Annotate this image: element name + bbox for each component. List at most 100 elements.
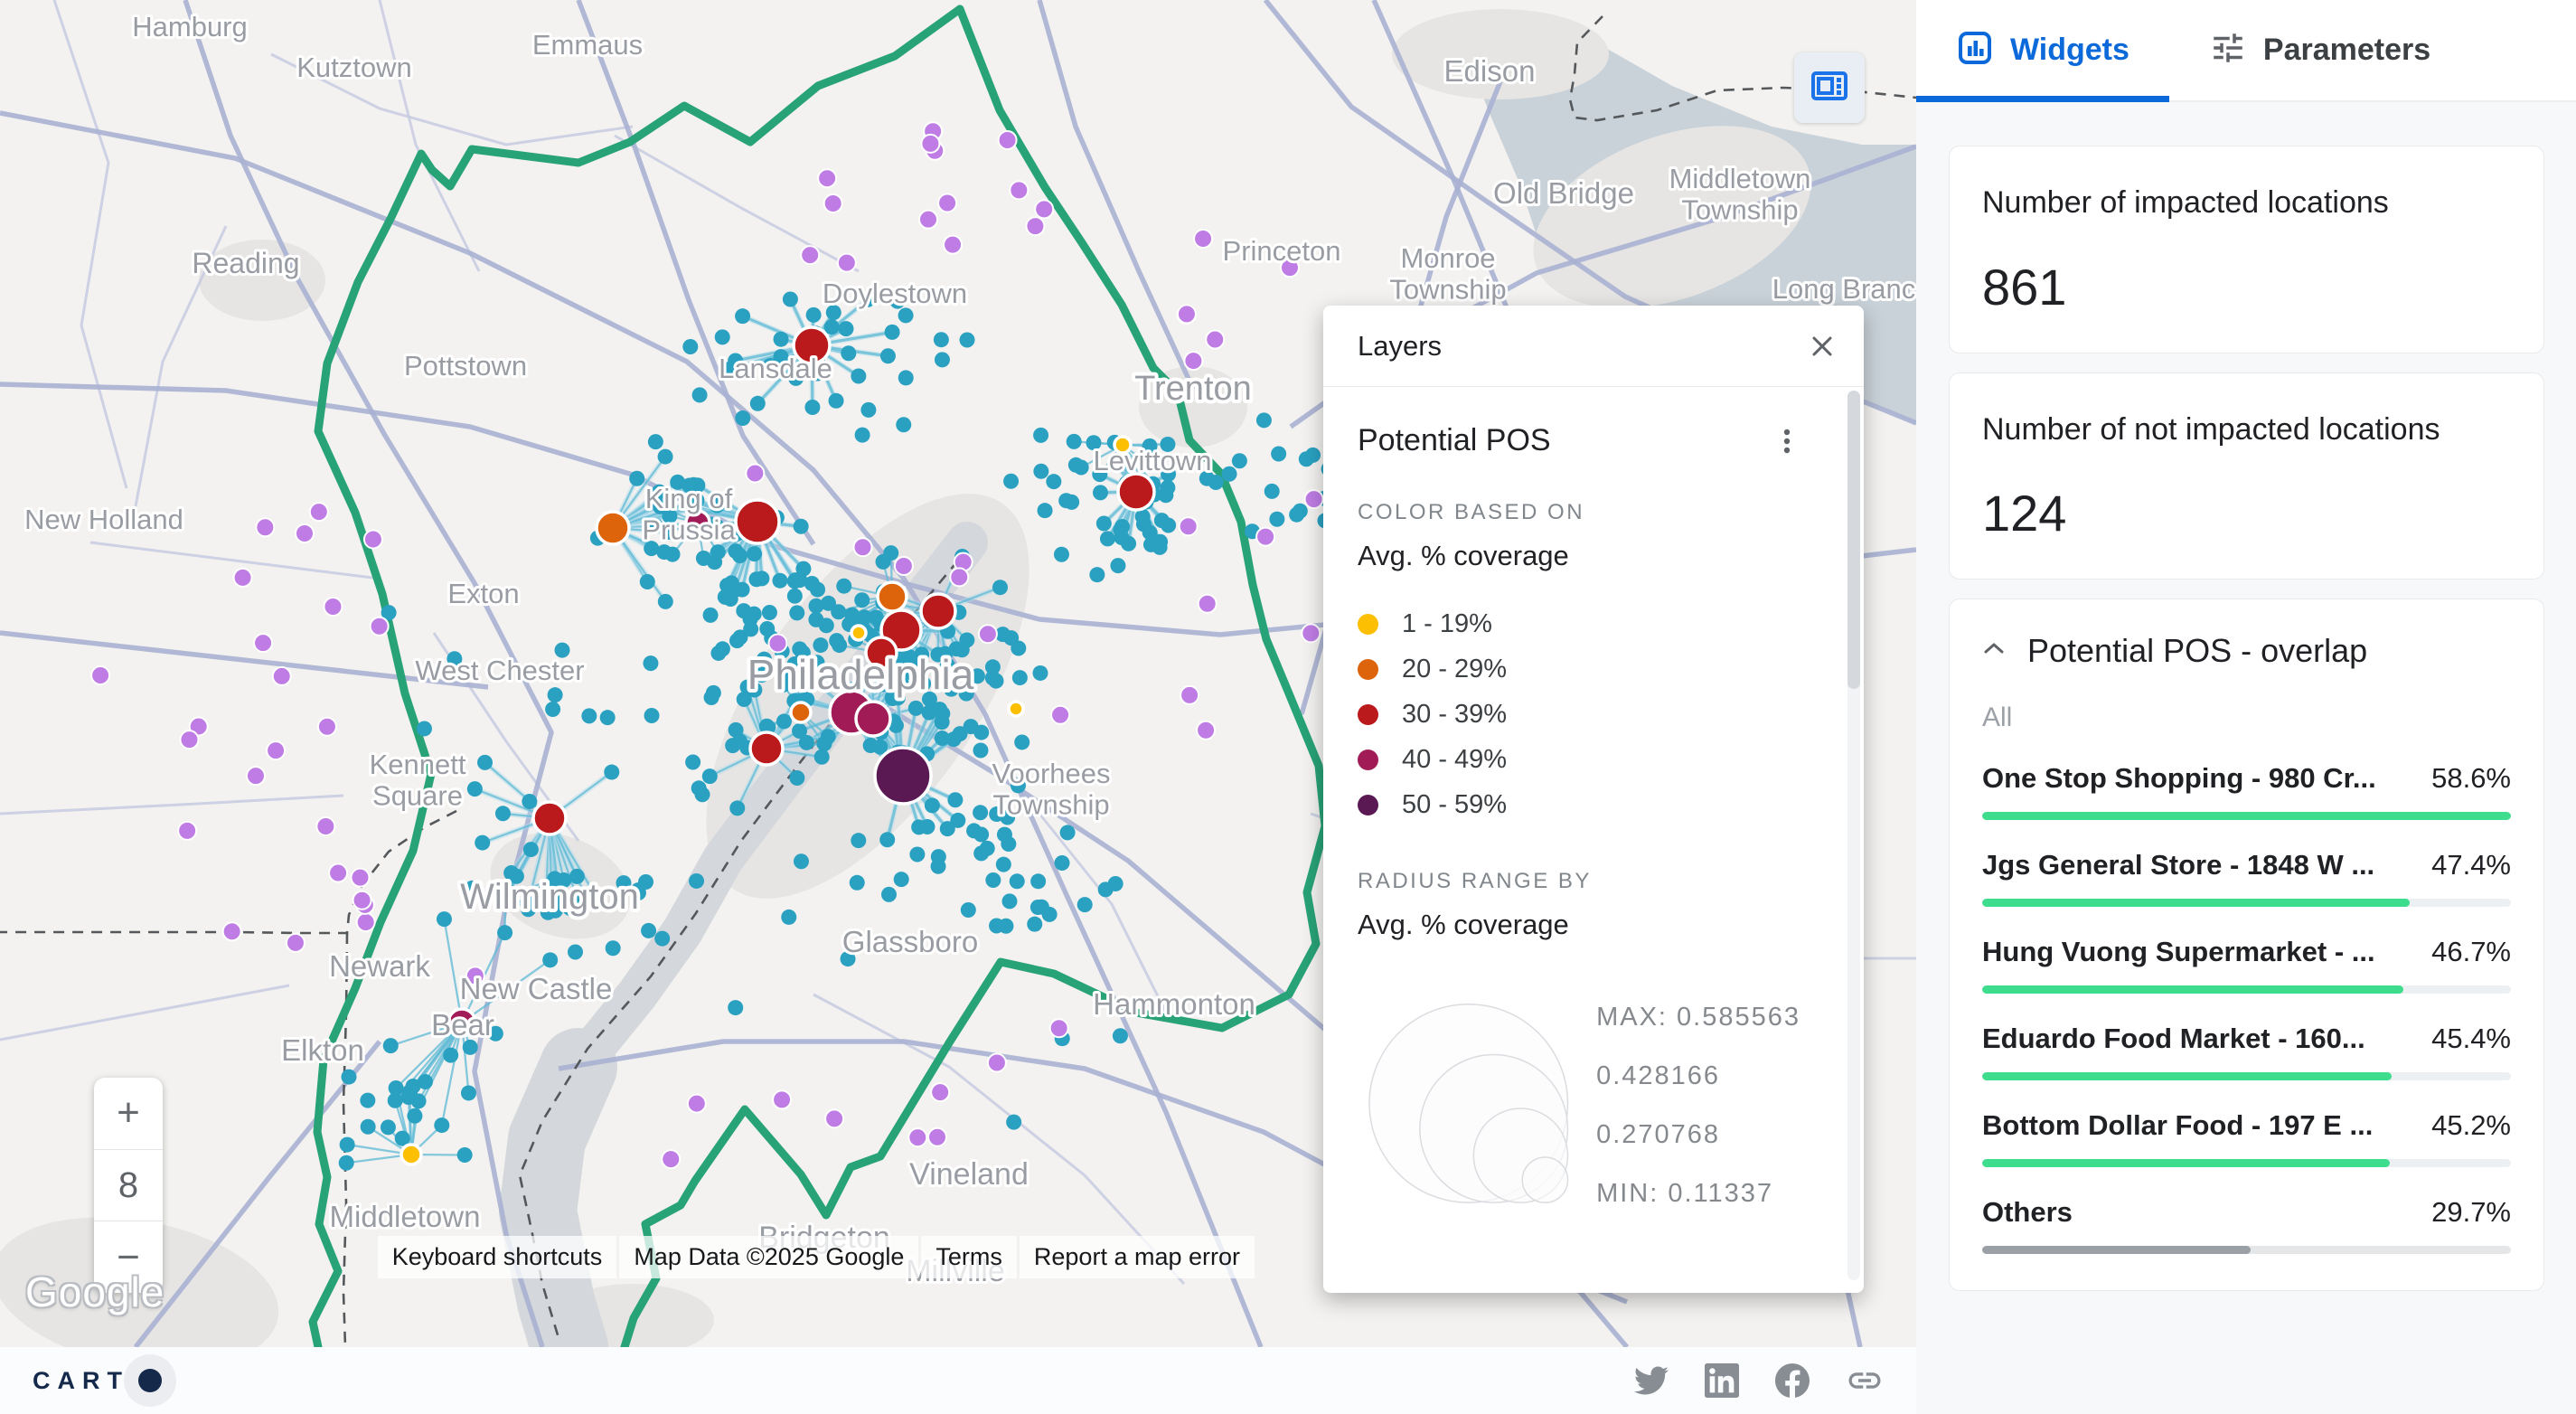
keyboard-shortcuts-link[interactable]: Keyboard shortcuts [378,1236,617,1278]
color-legend: 1 - 19% 20 - 29% 30 - 39% 40 - 49% 50 - … [1358,601,1800,827]
svg-text:Middletown: Middletown [330,1200,481,1233]
svg-text:Newark: Newark [329,949,430,983]
layers-panel-title: Layers [1358,330,1442,363]
svg-text:Philadelphia: Philadelphia [747,651,974,698]
overlap-row[interactable]: One Stop Shopping - 980 Cr... 58.6% [1982,762,2511,820]
layers-panel: Layers Potential POS COLOR BASED ON Avg.… [1323,306,1864,1293]
overlap-bar [1982,812,2511,820]
legend-swatch [1358,795,1378,815]
radius-tick-value: 0.428166 [1596,1061,1800,1091]
svg-text:Exton: Exton [447,578,519,609]
radius-legend: MAX: 0.585563 0.428166 0.270768 MIN: 0.1… [1358,979,1800,1214]
carto-logo[interactable]: CART [33,1354,176,1407]
legend-item: 30 - 39% [1358,692,1800,737]
widget-not-impacted-locations: Number of not impacted locations 124 [1949,372,2544,580]
svg-text:Bear: Bear [431,1008,494,1042]
overlap-filter-label: All [1982,702,2511,733]
svg-text:Glassboro: Glassboro [842,925,978,958]
radius-min-value: MIN: 0.11337 [1596,1179,1800,1209]
zoom-in-button[interactable]: + [94,1078,163,1149]
layer-name: Potential POS [1358,423,1551,458]
legend-swatch [1358,749,1378,770]
svg-text:Doylestown: Doylestown [823,278,967,309]
legend-swatch [1358,659,1378,680]
widget-title: Number of not impacted locations [1982,406,2511,454]
svg-text:Old Bridge: Old Bridge [1493,176,1634,210]
widget-value: 124 [1982,484,2511,542]
zoom-level: 8 [94,1149,163,1221]
map-zoom-control: + 8 − [94,1078,163,1293]
linkedin-icon[interactable] [1705,1363,1739,1398]
svg-text:Reading: Reading [192,247,299,279]
svg-text:Hammonton: Hammonton [1093,987,1255,1021]
legend-item: 20 - 29% [1358,646,1800,692]
close-icon[interactable] [1808,332,1837,361]
collapse-chevron-icon[interactable] [1982,641,2006,662]
svg-text:Edison: Edison [1444,54,1536,88]
svg-text:Levittown: Levittown [1094,445,1212,476]
sidebar-tabbar: Widgets Parameters [1916,0,2576,102]
radius-max-value: MAX: 0.585563 [1596,1003,1800,1032]
overlap-bar [1982,1159,2511,1167]
facebook-icon[interactable] [1775,1363,1810,1398]
tab-widgets[interactable]: Widgets [1916,0,2169,100]
svg-text:VoorheesTownship: VoorheesTownship [992,758,1111,821]
map-data-label: Map Data ©2025 Google [619,1236,918,1278]
overlap-bar [1982,985,2511,994]
svg-text:Lansdale: Lansdale [719,353,832,384]
svg-text:Vineland: Vineland [909,1157,1029,1192]
share-link-icon[interactable] [1846,1362,1884,1400]
radius-circles [1358,979,1573,1214]
overlap-row[interactable]: Hung Vuong Supermarket - ... 46.7% [1982,936,2511,994]
svg-text:New Castle: New Castle [460,972,613,1005]
overlap-widget-title: Potential POS - overlap [2027,632,2367,670]
map-canvas[interactable]: Hamburg Kutztown Emmaus Reading Pottstown Doy… [0,0,1916,1347]
overlap-bar [1982,1246,2511,1254]
svg-text:MiddletownTownship: MiddletownTownship [1669,163,1811,226]
footer-bar: CART [0,1347,1916,1414]
legend-item: 40 - 49% [1358,737,1800,782]
svg-text:Kutztown: Kutztown [296,52,412,83]
widget-title: Number of impacted locations [1982,179,2511,227]
terms-link[interactable]: Terms [921,1236,1017,1278]
svg-text:King ofPrussia: King ofPrussia [642,483,736,546]
overlap-row[interactable]: Jgs General Store - 1848 W ... 47.4% [1982,849,2511,907]
svg-text:KennettSquare: KennettSquare [370,749,466,812]
svg-text:Emmaus: Emmaus [532,29,643,61]
svg-text:MonroeTownship: MonroeTownship [1389,242,1506,306]
svg-text:Hamburg: Hamburg [132,11,248,42]
radius-range-by-label: RADIUS RANGE BY [1358,869,1800,894]
svg-text:Long Branc: Long Branc [1772,273,1916,305]
kebab-menu-icon[interactable] [1773,426,1800,457]
legend-swatch [1358,614,1378,635]
widget-impacted-locations: Number of impacted locations 861 [1949,146,2544,354]
map-attribution: Keyboard shortcuts Map Data ©2025 Google… [378,1236,1255,1278]
svg-text:West Chester: West Chester [415,655,584,686]
sliders-icon [2209,29,2247,71]
svg-text:New Holland: New Holland [24,504,183,535]
tab-parameters[interactable]: Parameters [2169,0,2470,100]
color-based-on-label: COLOR BASED ON [1358,500,1800,525]
widget-potential-pos-overlap: Potential POS - overlap All One Stop Sho… [1949,599,2544,1291]
svg-text:Pottstown: Pottstown [404,350,527,382]
report-map-error-link[interactable]: Report a map error [1020,1236,1255,1278]
svg-text:Elkton: Elkton [281,1033,364,1067]
overlap-bar [1982,899,2511,907]
widget-value: 861 [1982,258,2511,316]
svg-text:Trenton: Trenton [1134,370,1252,408]
legend-swatch [1358,704,1378,725]
svg-text:Princeton: Princeton [1223,235,1341,267]
toggle-sidebar-button[interactable] [1794,52,1865,123]
color-attribute: Avg. % coverage [1358,540,1800,572]
panel-scrollbar[interactable] [1847,391,1860,1280]
legend-item: 50 - 59% [1358,782,1800,827]
overlap-row[interactable]: Bottom Dollar Food - 197 E ... 45.2% [1982,1109,2511,1167]
overlap-row[interactable]: Eduardo Food Market - 160... 45.4% [1982,1023,2511,1080]
twitter-icon[interactable] [1634,1363,1669,1398]
widgets-icon [1956,29,1994,71]
google-watermark: Google [25,1268,165,1316]
legend-item: 1 - 19% [1358,601,1800,646]
panel-toggle-icon [1809,65,1850,111]
carto-logo-circle [124,1354,176,1407]
overlap-row-others[interactable]: Others 29.7% [1982,1196,2511,1254]
